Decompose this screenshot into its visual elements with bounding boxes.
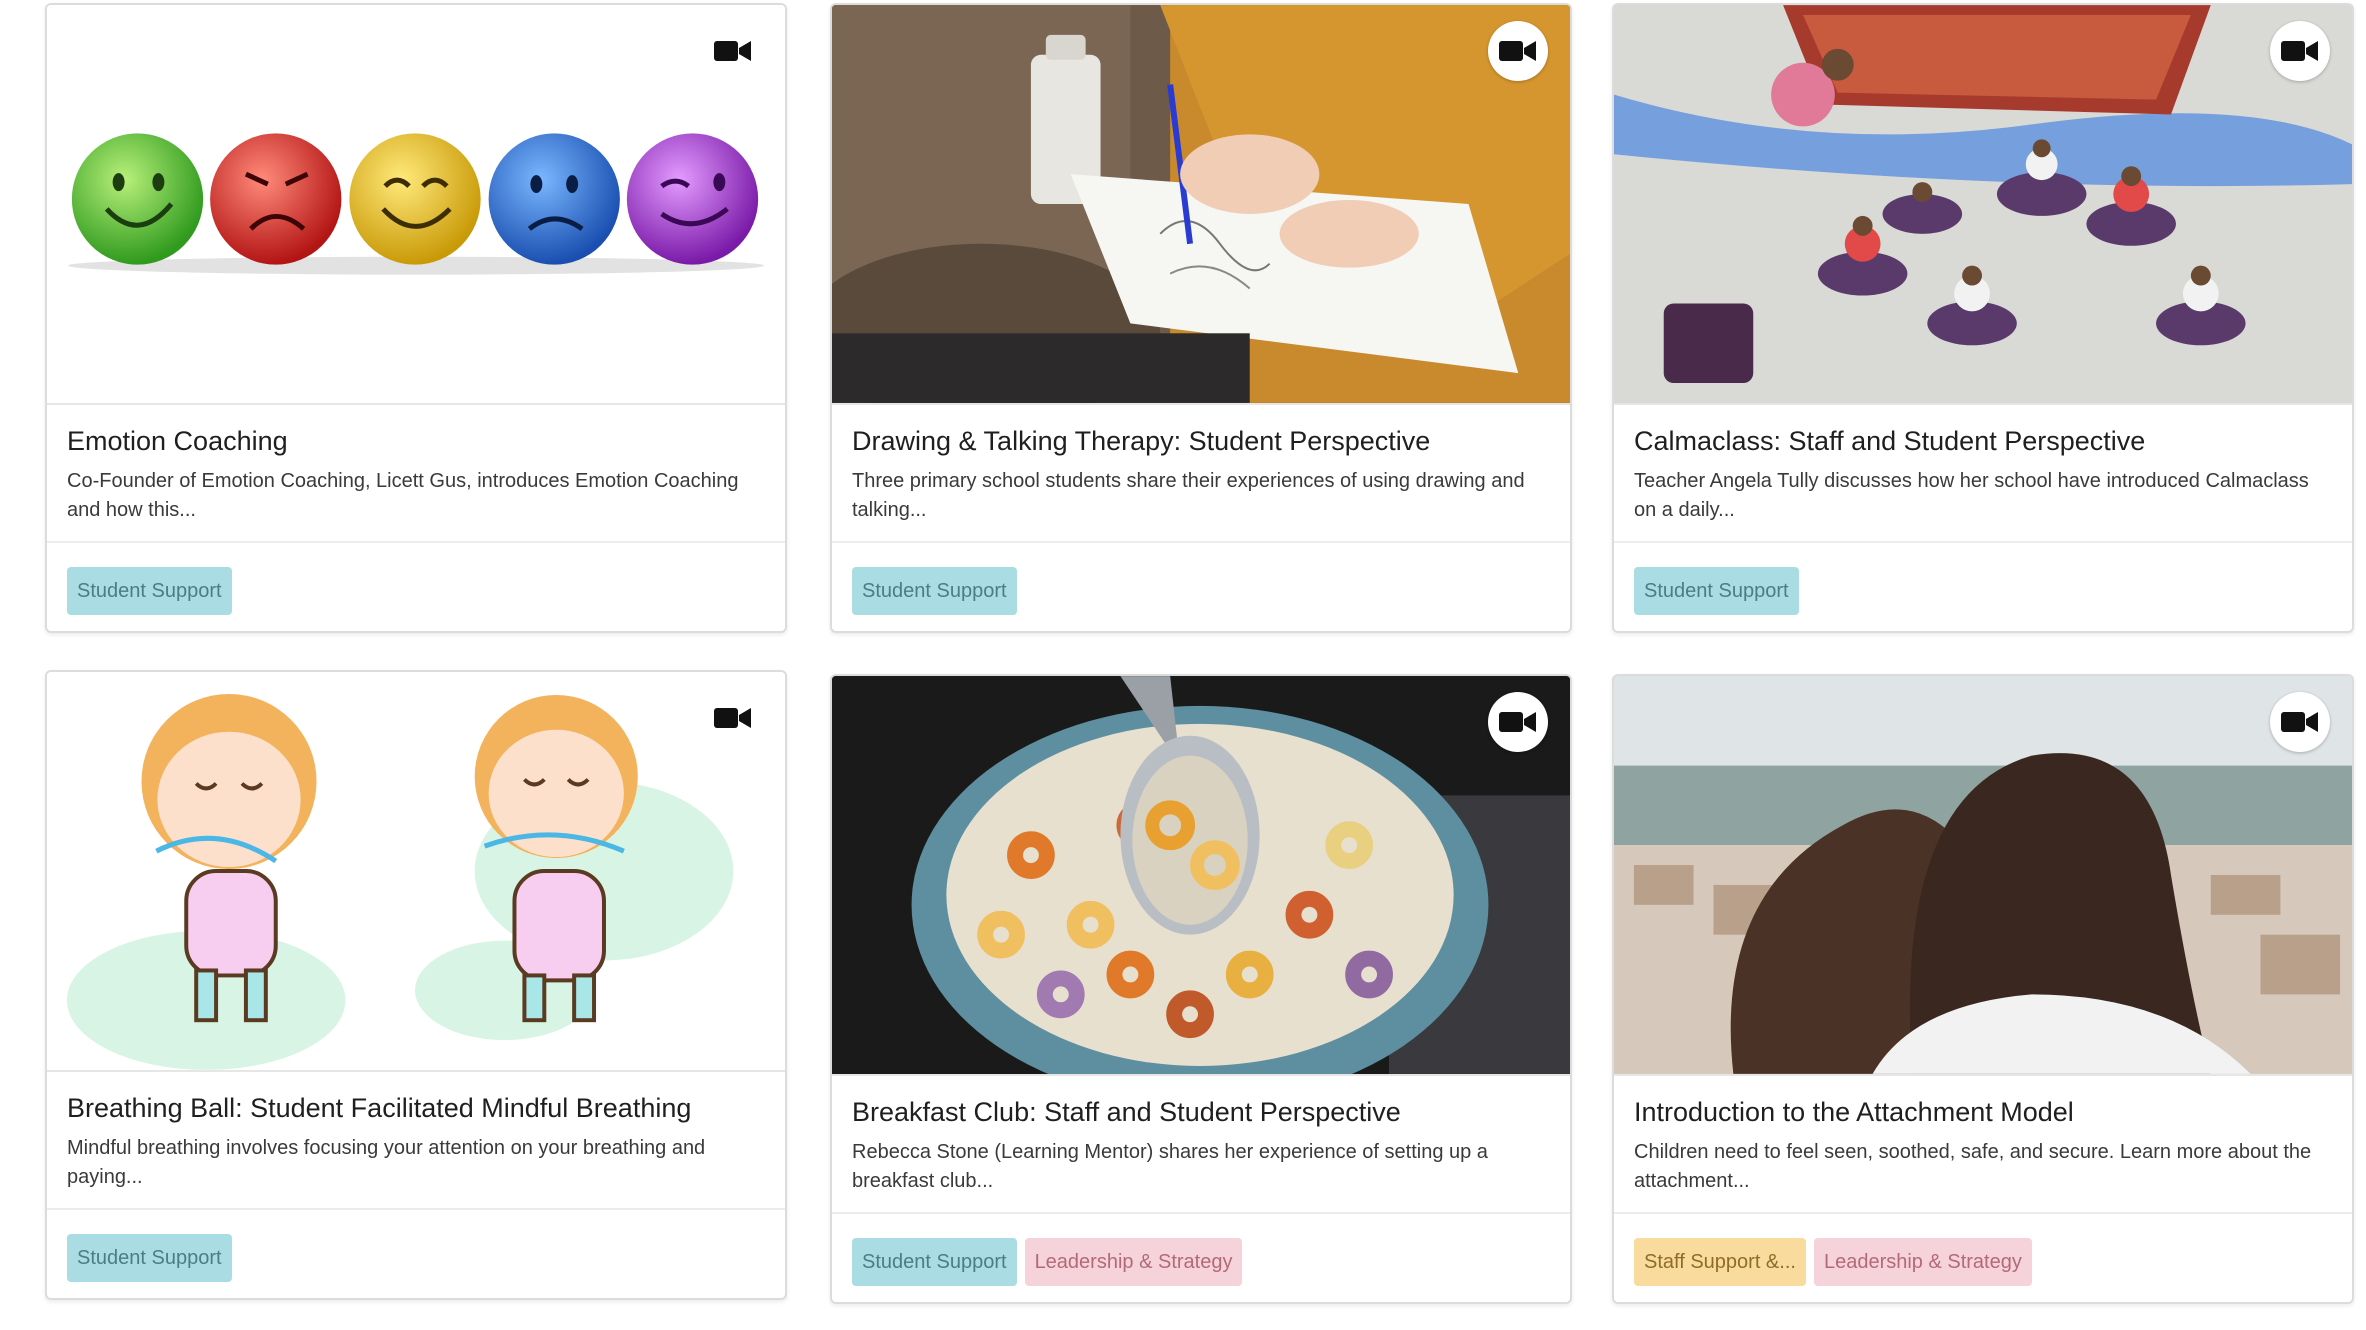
card-thumbnail[interactable] xyxy=(47,672,785,1072)
card-tags: Student Support xyxy=(832,543,1570,631)
card-description: Three primary school students share thei… xyxy=(852,470,1525,521)
card-title[interactable]: Breakfast Club: Staff and Student Perspe… xyxy=(852,1094,1550,1130)
tag-student-support[interactable]: Student Support xyxy=(67,1234,232,1282)
resource-card-attachment-model[interactable]: Introduction to the Attachment Model Chi… xyxy=(1612,674,2354,1304)
emotion-faces-image xyxy=(67,133,765,275)
tag-student-support[interactable]: Student Support xyxy=(852,1238,1017,1286)
card-tags: Student Support Leadership & Strategy xyxy=(832,1214,1570,1302)
card-thumbnail[interactable] xyxy=(832,5,1570,405)
card-title[interactable]: Emotion Coaching xyxy=(67,423,765,459)
card-description: Mindful breathing involves focusing your… xyxy=(67,1137,706,1188)
card-tags: Student Support xyxy=(47,543,785,631)
card-title[interactable]: Calmaclass: Staff and Student Perspectiv… xyxy=(1634,423,2332,459)
card-thumbnail[interactable] xyxy=(1614,676,2352,1076)
card-tags: Student Support xyxy=(47,1210,785,1298)
resource-card-calmaclass[interactable]: Calmaclass: Staff and Student Perspectiv… xyxy=(1612,3,2354,633)
hugging-people-image xyxy=(1614,676,2352,1074)
video-camera-icon xyxy=(2270,692,2330,752)
card-title[interactable]: Introduction to the Attachment Model xyxy=(1634,1094,2332,1130)
video-camera-icon xyxy=(703,21,763,81)
cereal-bowl-image xyxy=(832,676,1570,1074)
card-description: Co-Founder of Emotion Coaching, Licett G… xyxy=(67,470,739,521)
video-camera-icon xyxy=(2270,21,2330,81)
card-description: Teacher Angela Tully discusses how her s… xyxy=(1634,470,2309,521)
card-body: Drawing & Talking Therapy: Student Persp… xyxy=(832,405,1570,543)
tag-leadership-strategy[interactable]: Leadership & Strategy xyxy=(1024,1238,1243,1286)
resource-card-drawing-talking[interactable]: Drawing & Talking Therapy: Student Persp… xyxy=(830,3,1572,633)
card-body: Breathing Ball: Student Facilitated Mind… xyxy=(47,1072,785,1210)
card-description: Rebecca Stone (Learning Mentor) shares h… xyxy=(852,1141,1488,1192)
resource-card-emotion-coaching[interactable]: Emotion Coaching Co-Founder of Emotion C… xyxy=(45,3,787,633)
card-description: Children need to feel seen, soothed, saf… xyxy=(1634,1141,2312,1192)
resource-card-breakfast-club[interactable]: Breakfast Club: Staff and Student Perspe… xyxy=(830,674,1572,1304)
card-body: Introduction to the Attachment Model Chi… xyxy=(1614,1076,2352,1214)
card-thumbnail[interactable] xyxy=(1614,5,2352,405)
drawing-notebook-image xyxy=(832,5,1570,403)
classroom-floor-image xyxy=(1614,5,2352,403)
card-title[interactable]: Drawing & Talking Therapy: Student Persp… xyxy=(852,423,1550,459)
tag-student-support[interactable]: Student Support xyxy=(852,567,1017,615)
tag-student-support[interactable]: Student Support xyxy=(67,567,232,615)
breathing-children-illustration xyxy=(66,693,734,1070)
card-tags: Student Support xyxy=(1614,543,2352,631)
resource-card-breathing-ball[interactable]: Breathing Ball: Student Facilitated Mind… xyxy=(45,670,787,1300)
card-body: Calmaclass: Staff and Student Perspectiv… xyxy=(1614,405,2352,543)
tag-staff-support[interactable]: Staff Support &... xyxy=(1634,1238,1806,1286)
card-body: Emotion Coaching Co-Founder of Emotion C… xyxy=(47,405,785,543)
tag-leadership-strategy[interactable]: Leadership & Strategy xyxy=(1813,1238,2032,1286)
video-camera-icon xyxy=(1488,21,1548,81)
card-body: Breakfast Club: Staff and Student Perspe… xyxy=(832,1076,1570,1214)
resource-card-grid: Emotion Coaching Co-Founder of Emotion C… xyxy=(0,0,2366,1330)
tag-student-support[interactable]: Student Support xyxy=(1634,567,1799,615)
card-thumbnail[interactable] xyxy=(47,5,785,405)
video-camera-icon xyxy=(1488,692,1548,752)
card-thumbnail[interactable] xyxy=(832,676,1570,1076)
card-tags: Staff Support &... Leadership & Strategy xyxy=(1614,1214,2352,1302)
video-camera-icon xyxy=(703,688,763,748)
card-title[interactable]: Breathing Ball: Student Facilitated Mind… xyxy=(67,1090,765,1126)
